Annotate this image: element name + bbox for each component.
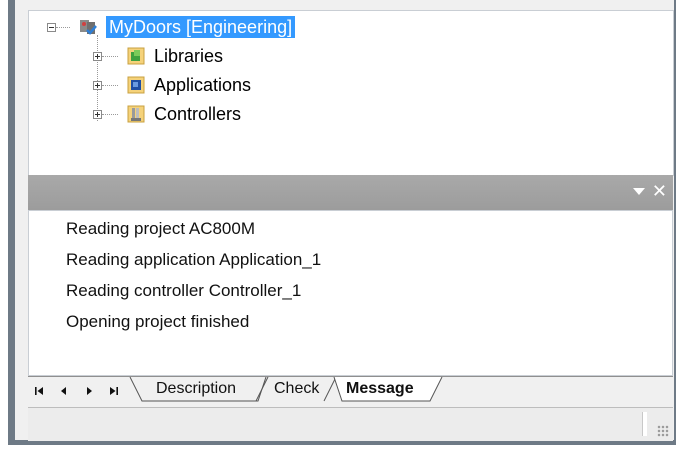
close-icon[interactable]: ✕	[652, 182, 667, 200]
status-separator	[642, 412, 647, 436]
controller-icon	[127, 105, 145, 123]
previous-page-icon[interactable]	[58, 385, 70, 397]
resize-grip-icon[interactable]	[657, 425, 669, 437]
project-icon	[80, 20, 97, 35]
message-line: Reading controller Controller_1	[66, 281, 302, 300]
tree-item-label: Libraries	[154, 45, 224, 66]
tab-description[interactable]: Description	[156, 377, 236, 401]
expand-icon[interactable]	[93, 109, 102, 119]
expand-icon[interactable]	[93, 51, 102, 61]
tree-item-label: Applications	[154, 74, 252, 95]
expand-icon[interactable]	[93, 80, 102, 90]
message-list: Reading project AC800M Reading applicati…	[28, 210, 673, 376]
application-icon	[127, 76, 145, 94]
first-page-icon[interactable]	[34, 385, 46, 397]
next-page-icon[interactable]	[83, 385, 95, 397]
last-page-icon[interactable]	[107, 385, 119, 397]
dropdown-arrow-icon[interactable]	[633, 188, 645, 195]
project-tree: MyDoors [Engineering] Libraries Applicat…	[28, 10, 674, 176]
library-icon	[127, 47, 145, 65]
message-panel-header: ✕	[28, 175, 673, 210]
collapse-icon[interactable]	[47, 22, 56, 32]
tree-item-controllers[interactable]: Controllers	[93, 102, 241, 126]
tree-root-label[interactable]: MyDoors [Engineering]	[106, 16, 296, 38]
message-line: Reading application Application_1	[66, 250, 322, 269]
tree-item-applications[interactable]: Applications	[93, 73, 251, 97]
message-line: Opening project finished	[66, 312, 250, 331]
message-line: Reading project AC800M	[66, 219, 256, 238]
tab-message[interactable]: Message	[346, 377, 414, 401]
tab-strip: Description Check Message	[28, 376, 673, 407]
tab-check[interactable]: Check	[274, 377, 319, 401]
status-bar	[28, 407, 673, 441]
tree-item-label: Controllers	[154, 103, 242, 124]
tree-item-libraries[interactable]: Libraries	[93, 44, 223, 68]
tree-root[interactable]: MyDoors [Engineering]	[47, 15, 296, 39]
